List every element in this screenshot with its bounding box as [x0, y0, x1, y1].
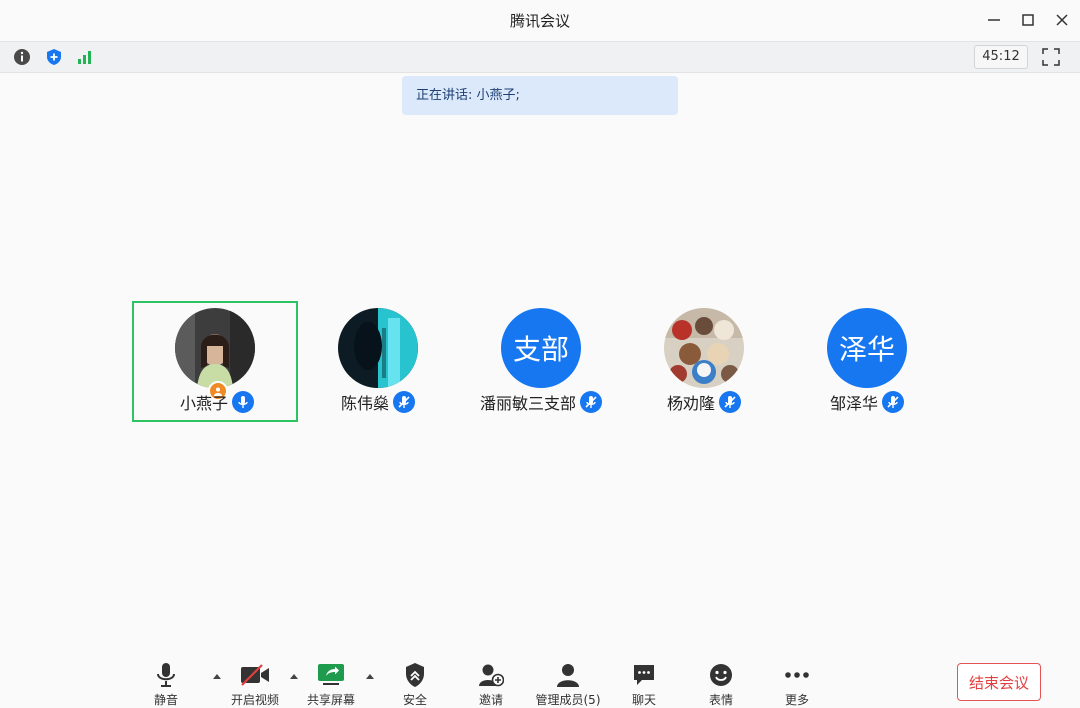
mic-on-badge	[232, 391, 254, 413]
title-bar: 腾讯会议	[0, 0, 1080, 40]
participant-name: 潘丽敏三支部	[479, 394, 576, 413]
maximize-button[interactable]	[1016, 8, 1040, 32]
video-options-button[interactable]	[288, 671, 300, 681]
close-icon	[1056, 14, 1068, 26]
audio-options-button[interactable]	[211, 671, 223, 681]
microphone-icon	[157, 663, 175, 687]
close-button[interactable]	[1050, 8, 1074, 32]
share-screen-icon	[318, 664, 344, 685]
mute-label: 静音	[153, 693, 178, 707]
participant-name: 杨劝隆	[666, 394, 715, 413]
microphone-icon	[238, 396, 248, 408]
shield-icon	[47, 49, 61, 65]
signal-icon	[78, 51, 91, 64]
security-status-button[interactable]	[43, 46, 65, 68]
chat-label: 聊天	[631, 693, 656, 707]
video-off-icon	[241, 664, 269, 686]
security-label: 安全	[402, 693, 427, 707]
microphone-muted-icon	[398, 396, 410, 408]
meeting-timer: 45:12	[974, 45, 1028, 69]
signal-status-button[interactable]	[74, 46, 96, 68]
start-video-label: 开启视频	[230, 693, 279, 707]
participant-name: 邹泽华	[829, 394, 878, 413]
invite-label: 邀请	[478, 693, 503, 707]
participant-tile[interactable]: 陈伟燊	[295, 301, 461, 422]
manage-members-label: 管理成员(5)	[535, 693, 601, 707]
mic-muted-badge	[882, 391, 904, 413]
mic-muted-badge	[719, 391, 741, 413]
window-title: 腾讯会议	[509, 12, 570, 30]
share-screen-label: 共享屏幕	[306, 693, 355, 707]
more-button[interactable]: 更多	[777, 661, 817, 708]
smiley-icon	[710, 664, 732, 686]
microphone-muted-icon	[724, 396, 736, 408]
security-button[interactable]: 安全	[395, 661, 435, 708]
fullscreen-icon	[1042, 48, 1060, 66]
manage-members-button[interactable]: 管理成员(5)	[533, 661, 603, 708]
more-icon	[785, 672, 809, 678]
participant-tile[interactable]: 支部 潘丽敏三支部	[458, 301, 624, 422]
add-user-icon	[479, 664, 504, 687]
participant-tile[interactable]: 杨劝隆	[621, 301, 787, 422]
participant-name: 小燕子	[179, 394, 228, 413]
maximize-icon	[1022, 14, 1034, 26]
share-options-button[interactable]	[364, 671, 376, 681]
participant-tile[interactable]: 泽华 邹泽华	[784, 301, 950, 422]
minimize-icon	[988, 19, 1000, 21]
caret-up-icon	[290, 673, 298, 679]
info-icon	[14, 49, 30, 65]
chat-button[interactable]: 聊天	[624, 661, 664, 708]
avatar: 支部	[501, 308, 581, 388]
start-video-button[interactable]: 开启视频	[226, 661, 284, 708]
mute-button[interactable]: 静音	[146, 661, 186, 708]
participant-tile[interactable]: 小燕子	[132, 301, 298, 422]
info-button[interactable]	[11, 46, 33, 68]
more-label: 更多	[784, 693, 809, 707]
status-strip: 45:12	[0, 41, 1080, 73]
emoji-label: 表情	[708, 693, 733, 707]
participant-name: 陈伟燊	[340, 394, 389, 413]
avatar: 泽华	[827, 308, 907, 388]
avatar	[664, 308, 744, 388]
emoji-button[interactable]: 表情	[701, 661, 741, 708]
mic-muted-badge	[580, 391, 602, 413]
caret-up-icon	[213, 673, 221, 679]
shield-icon	[406, 663, 424, 687]
end-meeting-button[interactable]: 结束会议	[957, 663, 1041, 701]
fullscreen-button[interactable]	[1040, 46, 1062, 68]
caret-up-icon	[366, 673, 374, 679]
microphone-muted-icon	[585, 396, 597, 408]
members-icon	[557, 664, 579, 687]
chat-icon	[634, 665, 654, 685]
avatar	[175, 308, 255, 388]
avatar	[338, 308, 418, 388]
mic-muted-badge	[393, 391, 415, 413]
meeting-toolbar: 静音 开启视频 共享屏幕 安全 邀请 管理成员(5) 聊天 表情 更多 结束会议	[0, 655, 1080, 708]
share-screen-button[interactable]: 共享屏幕	[302, 661, 360, 708]
microphone-muted-icon	[887, 396, 899, 408]
speaking-indicator: 正在讲话: 小燕子;	[402, 76, 678, 115]
minimize-button[interactable]	[982, 8, 1006, 32]
invite-button[interactable]: 邀请	[471, 661, 511, 708]
